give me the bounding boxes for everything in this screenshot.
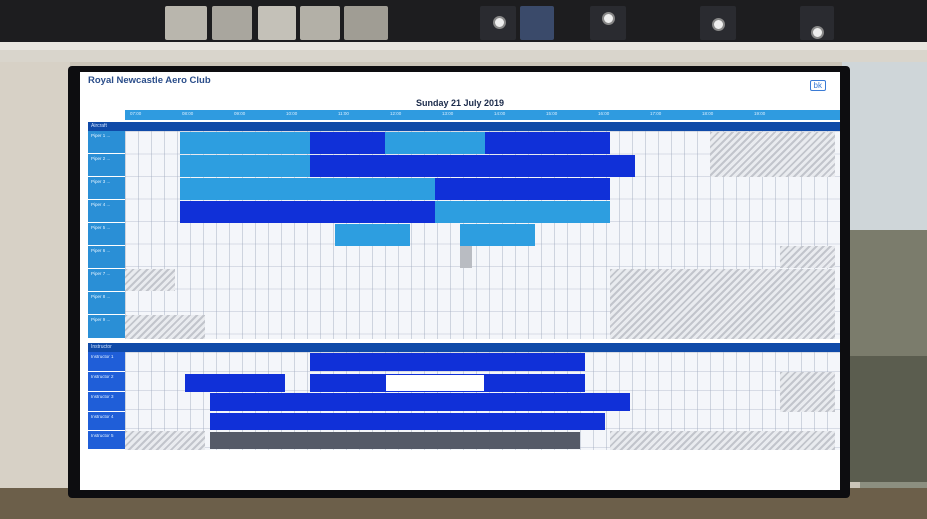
booking-block[interactable] — [310, 353, 385, 371]
booking-block[interactable] — [180, 178, 310, 200]
section-aircraft: Aircraft — [88, 122, 840, 131]
instructor-row-label[interactable]: Instructor 2 — [88, 372, 125, 392]
booking-block[interactable] — [310, 132, 385, 154]
unavailable-block — [780, 246, 835, 268]
booking-block[interactable] — [485, 374, 535, 392]
booking-block[interactable] — [385, 155, 485, 177]
tv-screen: Royal Newcastle Aero Club bk Sunday 21 J… — [80, 72, 840, 490]
binder — [344, 6, 388, 40]
binder — [520, 6, 554, 40]
booking-block[interactable] — [335, 224, 410, 246]
booking-block[interactable] — [560, 155, 635, 177]
booking-block[interactable] — [435, 413, 535, 430]
booking-block[interactable] — [435, 201, 610, 223]
time-label: 14:00 — [494, 111, 506, 116]
binder — [800, 6, 834, 40]
binder — [258, 6, 296, 40]
aircraft-row-label[interactable]: Piper 8 ... — [88, 292, 125, 315]
booking-block[interactable] — [560, 393, 630, 411]
booking-block[interactable] — [210, 413, 285, 430]
booking-block[interactable] — [185, 374, 285, 392]
aircraft-row-label[interactable]: Piper 4 ... — [88, 200, 125, 223]
binder — [700, 6, 736, 40]
binder — [590, 6, 626, 40]
time-label: 16:00 — [598, 111, 610, 116]
booking-stub — [460, 246, 472, 268]
binder — [300, 6, 340, 40]
aircraft-row-label[interactable]: Piper 6 ... — [88, 246, 125, 269]
time-label: 18:00 — [702, 111, 714, 116]
unavailable-block — [780, 372, 835, 412]
booking-block[interactable] — [180, 201, 285, 223]
booking-block[interactable] — [485, 393, 560, 411]
unavailable-block — [710, 132, 835, 177]
time-header: 07:00 08:00 09:00 10:00 11:00 12:00 13:0… — [125, 110, 840, 120]
time-label: 10:00 — [286, 111, 298, 116]
booking-block[interactable] — [385, 132, 485, 154]
time-label: 13:00 — [442, 111, 454, 116]
booking-block[interactable] — [210, 432, 580, 449]
aircraft-row-label[interactable]: Piper 7 ... — [88, 269, 125, 292]
booking-block[interactable] — [285, 393, 435, 411]
time-label: 11:00 — [338, 111, 349, 116]
aircraft-row-label[interactable]: Piper 1 ... — [88, 131, 125, 154]
booking-block[interactable] — [210, 393, 285, 411]
aircraft-row-label[interactable]: Piper 3 ... — [88, 177, 125, 200]
club-name: Royal Newcastle Aero Club — [88, 75, 211, 86]
window — [842, 62, 927, 482]
unavailable-block — [125, 269, 175, 291]
booking-block[interactable] — [285, 413, 435, 430]
unavailable-block — [610, 269, 835, 339]
instructor-row-label[interactable]: Instructor 4 — [88, 412, 125, 431]
time-label: 15:00 — [546, 111, 558, 116]
aircraft-row-label[interactable]: Piper 2 ... — [88, 154, 125, 177]
booking-block[interactable] — [385, 353, 485, 371]
booking-block[interactable] — [535, 132, 610, 154]
app-logo: bk — [809, 80, 826, 91]
aircraft-row-label[interactable]: Piper 9 ... — [88, 315, 125, 339]
section-instructors: Instructor — [88, 343, 840, 352]
bookshelf — [0, 0, 927, 62]
booking-block[interactable] — [435, 178, 535, 200]
time-label: 17:00 — [650, 111, 662, 116]
binder — [212, 6, 252, 40]
time-label: 08:00 — [182, 111, 194, 116]
date-title: Sunday 21 July 2019 — [415, 98, 505, 108]
instructor-row-label[interactable]: Instructor 5 — [88, 431, 125, 450]
time-label: 07:00 — [130, 111, 142, 116]
booking-block[interactable] — [285, 201, 435, 223]
section-label: Aircraft — [91, 123, 107, 129]
unavailable-block — [610, 431, 835, 450]
aircraft-row-label[interactable]: Piper 5 ... — [88, 223, 125, 246]
booking-block[interactable] — [180, 132, 310, 154]
booking-block[interactable] — [310, 155, 385, 177]
booking-block[interactable] — [535, 413, 605, 430]
booking-block[interactable] — [310, 374, 385, 392]
section-label: Instructor — [91, 344, 112, 350]
binder — [480, 6, 516, 40]
booking-block[interactable] — [485, 155, 560, 177]
booking-block[interactable] — [435, 393, 485, 411]
unavailable-block — [125, 315, 205, 339]
booking-block[interactable] — [535, 178, 610, 200]
binder — [165, 6, 207, 40]
booking-block[interactable] — [180, 155, 310, 177]
booking-block[interactable] — [485, 132, 535, 154]
booking-block[interactable] — [535, 374, 585, 392]
unavailable-block — [125, 431, 205, 450]
instructor-row-label[interactable]: Instructor 3 — [88, 392, 125, 412]
time-label: 12:00 — [390, 111, 402, 116]
time-label: 09:00 — [234, 111, 246, 116]
booking-block[interactable] — [485, 353, 585, 371]
time-label: 19:00 — [754, 111, 766, 116]
instructor-row-label[interactable]: Instructor 1 — [88, 352, 125, 372]
booking-block[interactable] — [310, 178, 435, 200]
booking-block-outline[interactable] — [385, 374, 485, 392]
booking-block[interactable] — [460, 224, 535, 246]
